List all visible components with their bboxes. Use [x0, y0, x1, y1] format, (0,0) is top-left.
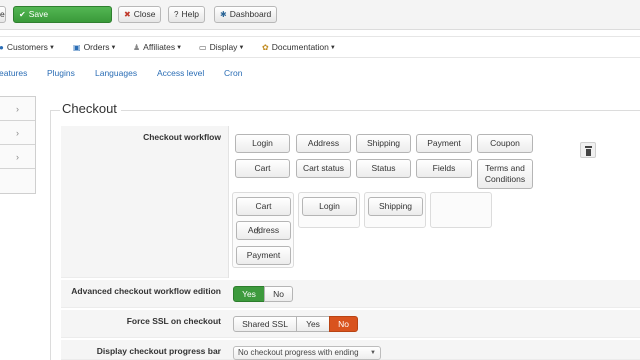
force-ssl-label: Force SSL on checkout: [126, 316, 221, 326]
caret-down-icon: ▼: [48, 45, 55, 51]
workflow-item-login[interactable]: Login: [235, 134, 290, 153]
workflow-item-coupon[interactable]: Coupon: [477, 134, 533, 153]
step3-item-shipping[interactable]: Shipping: [368, 197, 423, 216]
question-icon: ?: [174, 10, 179, 19]
chevron-right-icon: ›: [16, 128, 19, 138]
advanced-edition-no[interactable]: No: [264, 286, 293, 302]
menu-item-customers[interactable]: ● Customers▼: [0, 42, 55, 52]
help-button[interactable]: ? Help: [168, 6, 205, 23]
workflow-item-fields[interactable]: Fields: [416, 159, 472, 178]
orders-icon: ▣: [73, 43, 81, 52]
workflow-item-shipping[interactable]: Shipping: [356, 134, 411, 153]
caret-down-icon: ▼: [176, 45, 183, 51]
step1-item-address[interactable]: Address: [236, 221, 291, 240]
side-nav-item[interactable]: ›: [0, 97, 35, 121]
advanced-edition-yes[interactable]: Yes: [233, 286, 265, 302]
affiliates-icon: ♟: [133, 43, 141, 52]
side-nav-item[interactable]: ›: [0, 145, 35, 169]
menu-item-documentation[interactable]: ✿ Documentation▼: [262, 42, 336, 52]
advanced-edition-label: Advanced checkout workflow edition: [71, 286, 221, 296]
checkout-workflow-label: Checkout workflow: [143, 132, 221, 142]
progress-bar-select[interactable]: No checkout progress with ending ▼: [233, 346, 381, 360]
chevron-right-icon: ›: [16, 152, 19, 162]
step2-item-login[interactable]: Login: [302, 197, 357, 216]
save-button[interactable]: ✔ Save: [13, 6, 112, 23]
main-menu: ● Customers▼ ▣ Orders▼ ♟ Affiliates▼ ▭ Displ…: [0, 36, 640, 58]
toolbar-partial-button[interactable]: e: [0, 6, 6, 23]
caret-down-icon: ▼: [238, 45, 245, 51]
caret-down-icon: ▼: [329, 45, 336, 51]
step1-item-payment[interactable]: Payment: [236, 246, 291, 265]
force-ssl-shared[interactable]: Shared SSL: [233, 316, 297, 332]
workflow-item-status[interactable]: Status: [356, 159, 411, 178]
step1-item-cart[interactable]: Cart: [236, 197, 291, 216]
progress-bar-label: Display checkout progress bar: [96, 346, 221, 356]
caret-down-icon: ▼: [110, 45, 117, 51]
workflow-step-4[interactable]: [430, 192, 492, 228]
force-ssl-yes[interactable]: Yes: [296, 316, 330, 332]
side-nav-item[interactable]: [0, 169, 35, 193]
tab-features[interactable]: eatures: [0, 68, 27, 78]
force-ssl-no[interactable]: No: [329, 316, 358, 332]
workflow-item-cart-status[interactable]: Cart status: [296, 159, 351, 178]
workflow-item-terms[interactable]: Terms and Conditions: [477, 159, 533, 189]
close-button[interactable]: ✖ Close: [118, 6, 162, 23]
users-icon: ●: [0, 43, 4, 52]
display-icon: ▭: [199, 43, 207, 52]
tab-access-level[interactable]: Access level: [157, 68, 204, 78]
toolbar: e ✔ Save ✖ Close ? Help ✱ Dashboard: [0, 0, 640, 30]
dashboard-button[interactable]: ✱ Dashboard: [214, 6, 278, 23]
side-nav-item[interactable]: ›: [0, 121, 35, 145]
close-icon: ✖: [124, 10, 131, 19]
chevron-right-icon: ›: [16, 104, 19, 114]
hand-cursor-icon: ☝: [254, 226, 261, 237]
dashboard-icon: ✱: [220, 10, 227, 19]
config-tabs: eatures Plugins Languages Access level C…: [0, 64, 640, 84]
chevron-down-icon: ▼: [370, 350, 376, 356]
side-panel: › › ›: [0, 96, 36, 194]
workflow-item-cart[interactable]: Cart: [235, 159, 290, 178]
trash-icon[interactable]: [580, 142, 596, 158]
check-icon: ✔: [19, 10, 26, 19]
menu-item-display[interactable]: ▭ Display▼: [199, 42, 244, 52]
workflow-item-address[interactable]: Address: [296, 134, 351, 153]
fieldset-legend: Checkout: [60, 101, 121, 116]
gears-icon: ✿: [262, 43, 269, 52]
workflow-item-payment[interactable]: Payment: [416, 134, 472, 153]
tab-plugins[interactable]: Plugins: [47, 68, 75, 78]
menu-item-orders[interactable]: ▣ Orders▼: [73, 42, 117, 52]
tab-cron[interactable]: Cron: [224, 68, 242, 78]
menu-item-affiliates[interactable]: ♟ Affiliates▼: [133, 42, 182, 52]
tab-languages[interactable]: Languages: [95, 68, 137, 78]
